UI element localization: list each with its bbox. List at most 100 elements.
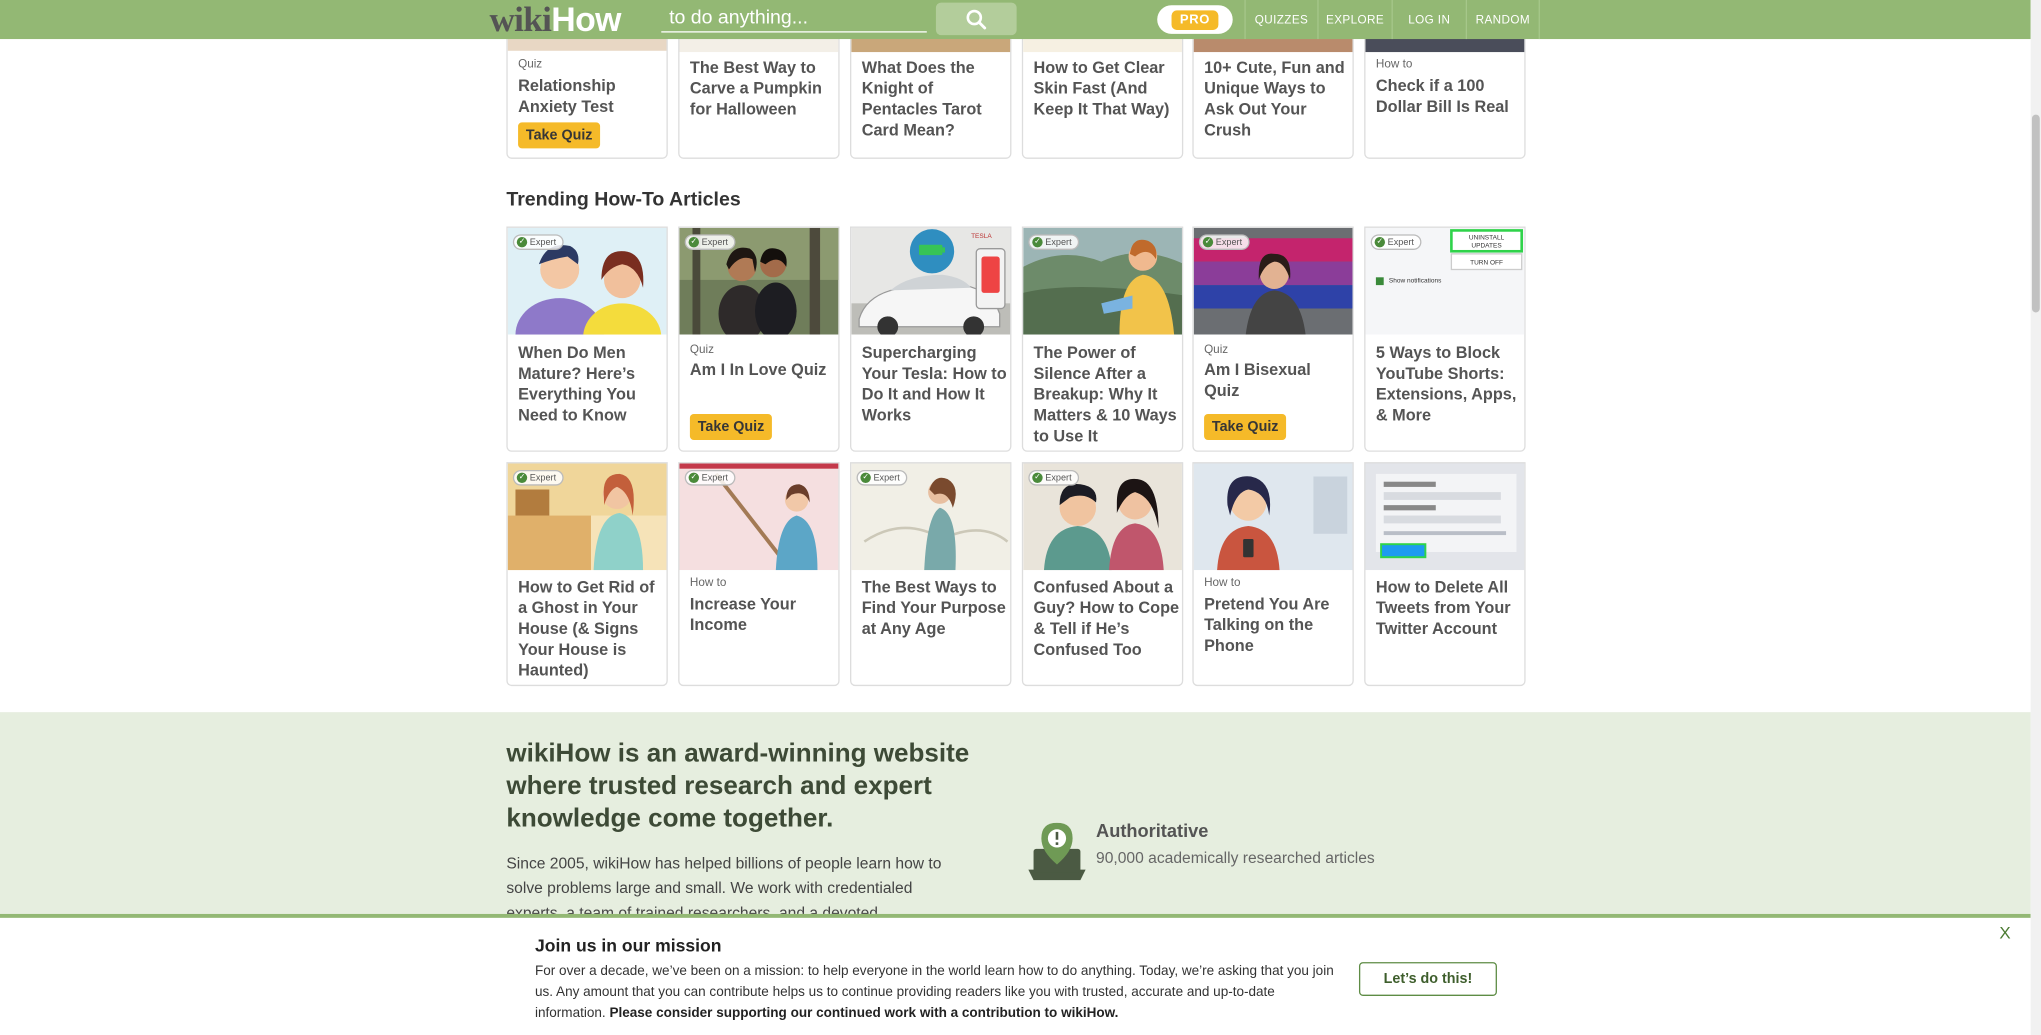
about-section: wikiHow is an award-winning website wher… [0,712,2031,922]
check-icon: ✓ [1032,472,1043,484]
card-thumbnail: ✓ Expert [1023,227,1182,335]
card-thumbnail: TESLA [851,227,1011,335]
card-title: Increase Your Income [689,594,797,635]
check-icon: ✓ [516,472,528,484]
card-title: How to Delete All Tweets from Your Twitt… [1375,578,1511,638]
search-button[interactable] [935,2,1017,36]
expert-badge: ✓ Expert [512,234,564,250]
card-title: Am I In Love Quiz [689,360,827,379]
card-kicker: Quiz [1204,342,1229,356]
card-thumbnail: ✓ Expert [1023,463,1182,571]
check-icon: ✓ [1032,236,1043,248]
card-title: The Best Way to Carve a Pumpkin for Hall… [689,58,822,119]
check-icon: ✓ [1374,236,1386,248]
card-thumbnail [1365,463,1525,571]
search-icon [966,9,987,29]
card-title: 5 Ways to Block YouTube Shorts: Extensio… [1375,343,1517,425]
article-card[interactable]: Quiz Relationship Anxiety Test Take Quiz [506,28,668,159]
tesla-sign: TESLA [971,233,992,241]
article-card[interactable]: How to Get Clear Skin Fast (And Keep It … [1021,28,1184,159]
banner-body-bold: Please consider supporting our continued… [609,1006,1119,1021]
lets-do-this-button[interactable]: Let’s do this! [1358,962,1497,996]
check-icon: ✓ [516,236,528,248]
expert-badge: ✓ Expert [856,469,908,486]
card-title: Confused About a Guy? How to Cope & Tell… [1033,578,1180,659]
article-card[interactable]: What Does the Knight of Pentacles Tarot … [850,28,1012,159]
article-card[interactable]: The Best Way to Carve a Pumpkin for Hall… [678,28,840,159]
turn-off-label: TURN OFF [1470,259,1503,267]
article-card[interactable]: ✓ Expert When Do Men Mature? Here’s Every… [506,226,668,452]
expert-badge: ✓ Expert [1370,234,1422,250]
pro-button[interactable]: PRO [1157,5,1233,34]
nav-quizzes[interactable]: QUIZZES [1244,0,1317,40]
card-title: What Does the Knight of Pentacles Tarot … [861,58,982,140]
article-card[interactable]: How to Delete All Tweets from Your Twitt… [1364,462,1526,687]
check-icon: ✓ [860,472,871,484]
card-kicker: How to [1204,575,1241,589]
card-title: Pretend You Are Talking on the Phone [1204,594,1330,655]
show-notifications-label: Show notifications [1388,277,1442,286]
take-quiz-button[interactable]: Take Quiz [689,414,773,441]
check-icon: ✓ [688,472,700,484]
article-card[interactable]: ✓ Expert Confused About a Guy? How to Cop… [1021,462,1184,687]
card-kicker: How to [1375,57,1413,71]
article-card[interactable]: ✓ Expert How to Get Rid of a Ghost in You… [506,462,668,687]
banner-body: For over a decade, we’ve been on a missi… [534,964,1334,1021]
nav-login[interactable]: LOG IN [1391,0,1466,40]
banner-title: Join us in our mission [534,936,722,956]
authoritative-title: Authoritative [1096,820,1209,842]
expert-badge: ✓ Expert [684,469,736,486]
card-title: The Power of Silence After a Breakup: Wh… [1033,343,1177,446]
take-quiz-button[interactable]: Take Quiz [1204,414,1287,441]
card-thumbnail [1193,463,1353,571]
article-card[interactable]: How to Pretend You Are Talking on the Ph… [1192,462,1354,687]
card-title: When Do Men Mature? Here’s Everything Yo… [518,343,636,425]
card-thumbnail: ✓ Expert [679,463,839,571]
check-icon: ✓ [1202,236,1214,248]
pro-label: PRO [1172,9,1218,30]
expert-badge: ✓ Expert [1198,234,1250,250]
article-card[interactable]: ✓ Expert Quiz Am I Bisexual Quiz Take Qui… [1192,226,1354,452]
card-title: The Best Ways to Find Your Purpose at An… [861,578,1006,638]
card-title: Supercharging Your Tesla: How to Do It a… [861,343,1007,425]
article-card[interactable]: ✓ Expert The Power of Silence After a Bre… [1021,226,1184,452]
site-header: wikiHow PRO QUIZZES EXPLORE LOG IN RANDO… [0,0,2031,40]
card-title: How to Get Clear Skin Fast (And Keep It … [1033,58,1170,119]
close-icon[interactable]: X [1999,923,2010,943]
card-title: Relationship Anxiety Test [518,76,616,116]
scrollbar-thumb[interactable] [2031,114,2040,313]
card-thumbnail: ✓ Expert [1193,227,1353,335]
article-card[interactable]: ✓ Expert The Best Ways to Find Your Purpo… [850,462,1012,687]
article-card[interactable]: TESLA Supercharging Your Tesla: How to D… [850,226,1012,452]
about-headline: wikiHow is an award-winning website wher… [506,739,970,834]
article-card[interactable]: How to Check if a 100 Dollar Bill Is Rea… [1364,28,1526,159]
take-quiz-button[interactable]: Take Quiz [518,122,601,149]
article-card[interactable]: ✓ Expert UNINSTALL UPDATES TURN OFF Show … [1364,226,1526,452]
page-scrollbar[interactable] [2030,0,2041,1035]
card-kicker: Quiz [689,342,715,356]
card-kicker: How to [689,575,727,589]
expert-badge: ✓ Expert [1028,469,1080,486]
card-thumbnail: ✓ Expert [507,463,667,571]
trending-section-title: Trending How-To Articles [506,188,741,211]
card-thumbnail: ✓ Expert [851,463,1011,571]
check-icon: ✓ [688,236,700,248]
nav-random[interactable]: RANDOM [1465,0,1540,40]
card-thumbnail: ✓ Expert [679,227,839,335]
article-card[interactable]: ✓ Expert Quiz Am I In Love Quiz Take Quiz [678,226,840,452]
card-title: How to Get Rid of a Ghost in Your House … [518,578,655,680]
wikihow-logo[interactable]: wikiHow [489,0,621,39]
card-title: Check if a 100 Dollar Bill Is Real [1375,76,1509,116]
article-card[interactable]: ✓ Expert How to Increase Your Income [678,462,840,687]
card-title: 10+ Cute, Fun and Unique Ways to Ask Out… [1204,58,1345,140]
article-card[interactable]: 10+ Cute, Fun and Unique Ways to Ask Out… [1192,28,1354,159]
search-input[interactable] [661,3,927,33]
expert-badge: ✓ Expert [512,469,564,486]
card-thumbnail: ✓ Expert UNINSTALL UPDATES TURN OFF Show … [1365,227,1525,335]
card-kicker: Quiz [518,57,543,71]
expert-badge: ✓ Expert [1028,234,1080,250]
uninstall-updates-label: UNINSTALL UPDATES [1468,234,1505,250]
expert-badge: ✓ Expert [684,234,736,250]
nav-explore[interactable]: EXPLORE [1317,0,1391,40]
card-thumbnail: ✓ Expert [507,227,667,335]
